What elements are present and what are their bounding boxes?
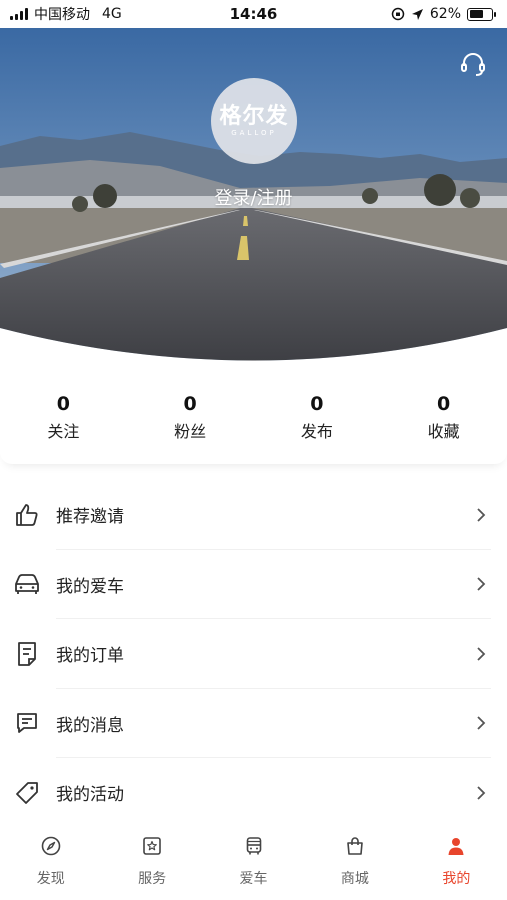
customer-service-button[interactable] (457, 48, 489, 80)
stat-label: 粉丝 (174, 421, 207, 441)
rotation-lock-icon (391, 7, 405, 21)
stat-label: 关注 (47, 421, 80, 441)
chevron-right-icon (471, 644, 491, 664)
tab-label: 我的 (442, 871, 471, 887)
tab-my-car[interactable]: 爱车 (203, 822, 304, 900)
chevron-right-icon (471, 505, 491, 525)
stat-value: 0 (437, 393, 451, 416)
tab-service[interactable]: 服务 (101, 822, 202, 900)
headset-icon (461, 53, 485, 76)
tab-label: 爱车 (239, 871, 268, 887)
battery-icon (467, 7, 496, 21)
stats-card: 0 关注 0 粉丝 0 发布 0 收藏 (0, 372, 507, 464)
chevron-right-icon (471, 574, 491, 594)
bottom-tab-bar: 发现 服务 爱车 商城 我的 (0, 822, 507, 900)
service-icon (140, 834, 164, 858)
tab-mall[interactable]: 商城 (304, 822, 405, 900)
login-register-link[interactable]: 登录/注册 (0, 184, 507, 210)
menu-list: 推荐邀请 我的爱车 我的订单 我的消息 我的活动 (0, 480, 507, 828)
menu-item-messages[interactable]: 我的消息 (0, 689, 507, 759)
order-icon (12, 639, 42, 669)
car-icon (12, 569, 42, 599)
chevron-right-icon (471, 783, 491, 803)
stat-following[interactable]: 0 关注 (0, 394, 127, 442)
stat-label: 收藏 (427, 421, 460, 441)
menu-item-label: 我的爱车 (56, 576, 124, 597)
battery-percent: 62% (429, 6, 461, 22)
bus-icon (242, 834, 266, 858)
chevron-right-icon (471, 713, 491, 733)
menu-item-invite[interactable]: 推荐邀请 (0, 480, 507, 550)
stat-label: 发布 (300, 421, 333, 441)
stat-value: 0 (183, 393, 197, 416)
person-icon (444, 834, 468, 858)
tab-discover[interactable]: 发现 (0, 822, 101, 900)
compass-icon (39, 834, 63, 858)
menu-item-my-car[interactable]: 我的爱车 (0, 550, 507, 620)
stat-posts[interactable]: 0 发布 (254, 394, 381, 442)
thumbs-up-icon (12, 500, 42, 530)
menu-item-label: 我的订单 (56, 646, 124, 667)
menu-item-activities[interactable]: 我的活动 (0, 758, 507, 828)
stat-fans[interactable]: 0 粉丝 (127, 394, 254, 442)
network-type: 4G (102, 6, 122, 22)
menu-item-orders[interactable]: 我的订单 (0, 619, 507, 689)
tab-label: 服务 (138, 871, 167, 887)
stat-favorites[interactable]: 0 收藏 (380, 394, 507, 442)
avatar-logo-subtext: GALLOP (231, 129, 277, 137)
menu-item-label: 我的活动 (56, 785, 124, 806)
tab-label: 发现 (36, 871, 65, 887)
status-bar: 中国移动 4G 14:46 62% (0, 0, 507, 28)
location-arrow-icon (411, 8, 423, 20)
status-right: 62% (391, 6, 496, 22)
tab-mine[interactable]: 我的 (406, 822, 507, 900)
status-left: 中国移动 4G (10, 4, 122, 24)
profile-screen: 中国移动 4G 14:46 62% 格尔发 GALLOP 登录/注册 0 关注 … (0, 0, 507, 900)
menu-item-label: 推荐邀请 (56, 507, 124, 528)
shopping-bag-icon (343, 834, 367, 858)
stat-value: 0 (56, 393, 70, 416)
menu-item-label: 我的消息 (56, 715, 124, 736)
battery-level (469, 10, 483, 18)
signal-icon (10, 8, 28, 20)
message-icon (12, 708, 42, 738)
tag-icon (12, 778, 42, 808)
stat-value: 0 (310, 393, 324, 416)
profile-header: 格尔发 GALLOP 登录/注册 (0, 28, 507, 368)
carrier-name: 中国移动 (34, 7, 90, 23)
avatar[interactable]: 格尔发 GALLOP (211, 78, 297, 164)
tab-label: 商城 (340, 871, 369, 887)
avatar-logo-text: 格尔发 (219, 103, 289, 129)
